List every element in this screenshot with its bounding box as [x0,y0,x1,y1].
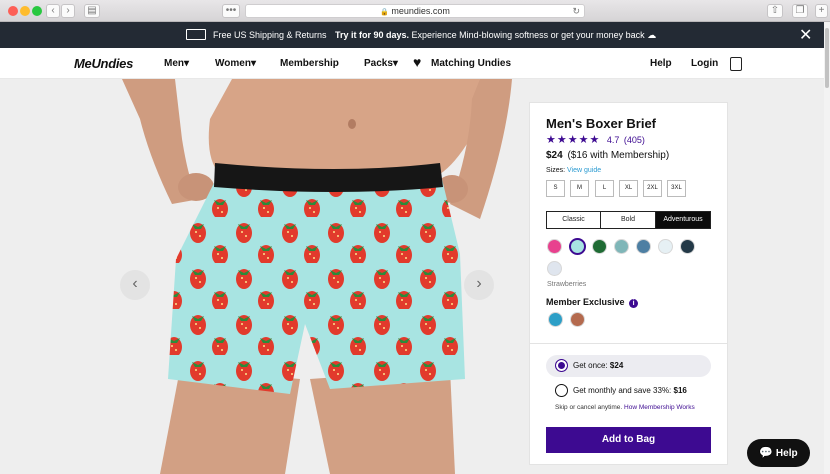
bag-icon[interactable] [730,57,742,71]
nav-membership[interactable]: Membership [280,58,339,69]
rating-value: 4.7 [606,135,620,145]
promo-trial-bold: Try it for 90 days. [335,30,410,40]
swatch-pink-llama[interactable] [547,239,562,254]
membership-note: Skip or cancel anytime. How Membership W… [555,404,695,411]
prev-image-button[interactable]: ‹ [120,270,150,300]
swatch-white-wave[interactable] [658,239,673,254]
purchase-monthly-price: $16 [673,386,687,395]
size-3xl[interactable]: 3XL [667,180,686,197]
purchase-monthly-radio[interactable] [555,384,568,397]
style-bold[interactable]: Bold [600,211,656,229]
sizes-label: Sizes: [546,167,566,174]
price: $24 [546,150,563,161]
size-2xl[interactable]: 2XL [643,180,662,197]
browser-toolbar: ‹ › ▤ ••• 🔒 meundies.com ↻ ⇧ ❐ + [0,0,830,22]
help-link[interactable]: Help [650,58,672,69]
url-text: meundies.com [391,6,450,16]
membership-note-text: Skip or cancel anytime. [555,404,623,411]
nav-women[interactable]: Women▾ [215,58,256,69]
login-link[interactable]: Login [691,58,718,69]
product-title: Men's Boxer Brief [546,116,657,131]
review-count[interactable]: (405) [624,135,645,145]
selected-print-label: Strawberries [547,281,587,288]
purchase-once-option[interactable]: Get once: $24 [546,355,711,377]
chat-help-label: Help [775,448,798,459]
reload-icon[interactable]: ↻ [572,5,580,17]
share-icon[interactable]: ⇧ [767,4,783,18]
scrollbar[interactable] [824,22,830,474]
size-m[interactable]: M [570,180,589,197]
nav-packs-label: Packs [364,58,393,69]
sidebar-icon[interactable]: ▤ [84,4,100,18]
cloud-icon: ☁ [647,30,657,40]
panel-divider [529,343,728,344]
new-tab-icon[interactable]: + [815,4,828,18]
view-guide-link[interactable]: View guide [567,167,601,174]
more-icon[interactable]: ••• [222,4,240,18]
nav-packs[interactable]: Packs▾ [364,58,398,69]
add-to-bag-button[interactable]: Add to Bag [546,427,711,453]
swatch-blue-pattern[interactable] [636,239,651,254]
promo-shipping: Free US Shipping & Returns [213,30,327,40]
swatch-member-blue[interactable] [548,312,563,327]
back-button[interactable]: ‹ [46,4,60,18]
nav-men-label: Men [164,58,184,69]
close-window-button[interactable] [8,6,18,16]
style-adventurous[interactable]: Adventurous [655,211,711,229]
close-promo-icon[interactable]: ✕ [799,25,812,45]
purchase-once-radio[interactable] [555,359,568,372]
swatch-member-floral[interactable] [570,312,585,327]
swatch-navy-stripe[interactable] [680,239,695,254]
member-price: ($16 with Membership) [567,150,670,161]
sizes-row: Sizes: View guide [546,167,601,174]
lock-icon: 🔒 [380,9,389,16]
size-xl[interactable]: XL [619,180,638,197]
truck-icon [186,29,206,40]
nav-women-label: Women [215,58,251,69]
nav-men[interactable]: Men▾ [164,58,189,69]
swatch-green-leaf[interactable] [592,239,607,254]
swatch-strawberries[interactable] [569,238,586,255]
rating-row[interactable]: ★★★★★ 4.7 (405) [546,133,645,146]
next-image-button[interactable]: › [464,270,494,300]
purchase-monthly-label: Get monthly and save 33%: $16 [573,386,687,395]
nav-matching-undies[interactable]: Matching Undies [431,58,511,69]
promo-trial-text: Experience Mind-blowing softness or get … [411,30,645,40]
minimize-window-button[interactable] [20,6,30,16]
promo-trial: Try it for 90 days. Experience Mind-blow… [335,30,656,41]
promo-bar: Free US Shipping & Returns Try it for 90… [0,22,824,48]
zoom-window-button[interactable] [32,6,42,16]
swatch-teal-print[interactable] [614,239,629,254]
tabs-icon[interactable]: ❐ [792,4,808,18]
size-l[interactable]: L [595,180,614,197]
purchase-once-price: $24 [609,361,624,370]
heart-icon: ♥ [413,54,422,70]
swatch-sloth[interactable] [547,261,562,276]
forward-button[interactable]: › [61,4,75,18]
purchase-once-label: Get once: $24 [573,361,623,370]
style-classic[interactable]: Classic [546,211,601,229]
size-s[interactable]: S [546,180,565,197]
chat-help-button[interactable]: 💬 Help [747,439,810,467]
price-row: $24 ($16 with Membership) [546,150,669,161]
scrollbar-thumb[interactable] [825,28,829,88]
member-exclusive-label: Member Exclusive [546,297,625,307]
address-bar[interactable]: 🔒 meundies.com ↻ [245,4,585,18]
purchase-monthly-text: Get monthly and save 33%: [573,386,672,395]
info-icon[interactable]: i [629,299,639,308]
how-membership-works-link[interactable]: How Membership Works [624,404,695,411]
logo[interactable]: MeUndies [74,56,133,71]
purchase-once-text: Get once: [573,361,608,370]
site-header: MeUndies Men▾ Women▾ Membership Packs▾ ♥… [0,48,824,79]
member-exclusive-row: Member Exclusive i [546,297,639,308]
chat-icon: 💬 [759,447,774,459]
rating-stars: ★★★★★ [546,134,601,146]
purchase-monthly-option[interactable]: Get monthly and save 33%: $16 [546,380,711,402]
